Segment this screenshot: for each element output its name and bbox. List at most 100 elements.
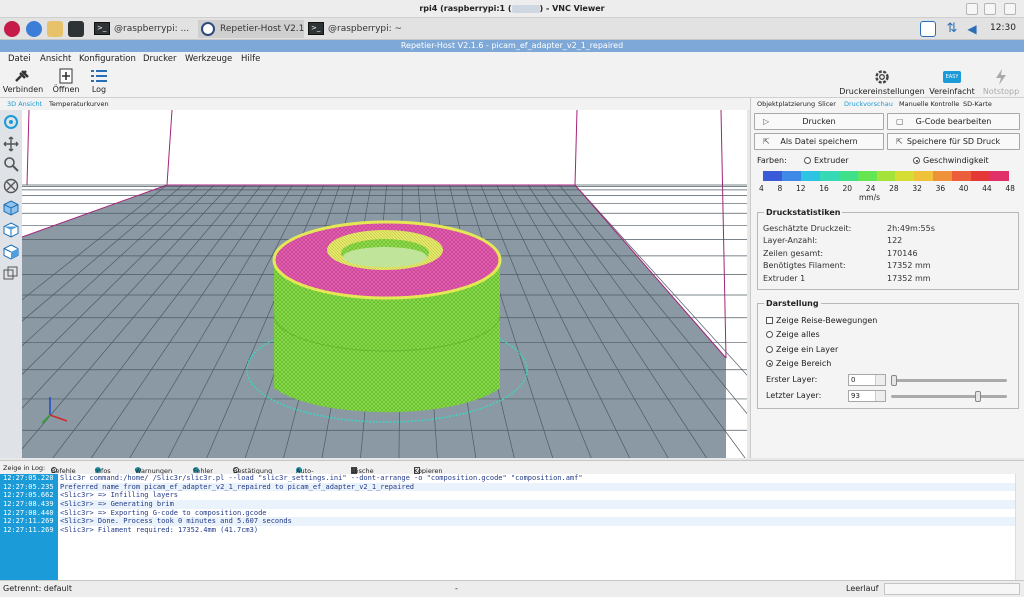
last-layer-slider[interactable] (891, 391, 1007, 402)
log-timestamp: 12:27:08.440 (3, 508, 54, 517)
tab-print-preview[interactable]: Druckvorschau (844, 100, 893, 108)
volume-icon[interactable]: ◀ (964, 21, 980, 37)
log-message: <Slic3r> => Infilling layers (60, 491, 179, 500)
taskbar-task-repetier[interactable]: Repetier-Host V2.1... (198, 20, 304, 38)
menu-ansicht[interactable]: Ansicht (40, 54, 71, 64)
menu-konfiguration[interactable]: Konfiguration (79, 54, 136, 64)
print-button[interactable]: ▷ Drucken (754, 113, 884, 130)
edit-gcode-button[interactable]: ▢ G-Code bearbeiten (887, 113, 1020, 130)
view-cube-front-icon[interactable] (3, 200, 19, 216)
checkbox-icon (766, 317, 773, 324)
statistic-value: 17352 mm (887, 261, 931, 271)
zoom-icon[interactable] (3, 156, 19, 172)
3d-viewport[interactable] (22, 110, 747, 458)
tab-manual-control[interactable]: Manuelle Kontrolle (899, 100, 959, 108)
printer-settings-label: Druckereinstellungen (839, 87, 925, 96)
save-sd-label: Speichere für SD Druck (906, 137, 1001, 146)
simplified-label: Vereinfacht (929, 87, 975, 96)
scale-tick-label: 48 (1005, 184, 1015, 193)
view-cube-side-icon[interactable] (3, 244, 19, 260)
log-output[interactable]: 12:27:05.220 12:27:05.235 12:27:05.662 12:2… (0, 474, 1024, 580)
tab-3d-view[interactable]: 3D Ansicht (7, 100, 42, 108)
maximize-button[interactable] (984, 3, 996, 15)
scale-tick-label: 4 (759, 184, 764, 193)
last-layer-label: Letzter Layer: (766, 391, 822, 400)
show-travel-label: Zeige Reise-Bewegungen (776, 316, 878, 325)
rotate-icon[interactable] (3, 114, 19, 130)
statistic-label: Zeilen gesamt: (763, 248, 824, 258)
first-layer-slider[interactable] (891, 375, 1007, 386)
fit-view-icon[interactable] (3, 178, 19, 194)
statistics-row: Extruder 1 17352 mm (763, 274, 931, 283)
view-tools (0, 110, 22, 458)
color-scale-segment (763, 171, 782, 181)
show-range-radio[interactable]: Zeige Bereich (766, 359, 831, 368)
save-sd-button[interactable]: ⇱ Speichere für SD Druck (887, 133, 1020, 150)
log-timestamp: 12:27:05.235 (3, 482, 54, 491)
move-icon[interactable] (3, 136, 19, 152)
minimize-button[interactable] (966, 3, 978, 15)
scale-tick-label: 8 (777, 184, 783, 193)
open-button[interactable]: Öffnen (50, 68, 82, 94)
connect-label: Verbinden (2, 85, 44, 94)
radio-selected-icon (766, 360, 773, 367)
gear-icon (875, 70, 889, 84)
last-layer-slider-handle[interactable] (974, 391, 981, 402)
view-cube-top-icon[interactable] (3, 222, 19, 238)
tab-temperature-curves[interactable]: Temperaturkurven (49, 100, 109, 108)
log-timestamps: 12:27:05.220 12:27:05.235 12:27:05.662 12:2… (0, 474, 58, 580)
menu-hilfe[interactable]: Hilfe (241, 54, 260, 64)
simplified-mode-button[interactable]: EASY Vereinfacht (928, 68, 976, 96)
log-message: <Slic3r> Done. Process took 0 minutes an… (60, 517, 1015, 527)
scale-tick-label: 44 (982, 184, 992, 193)
connect-button[interactable]: Verbinden (2, 68, 44, 94)
statistics-row: Benötigtes Filament: 17352 mm (763, 261, 931, 270)
color-mode-extruder[interactable]: Extruder (804, 156, 849, 165)
tab-object-placement[interactable]: Objektplatzierung (757, 100, 815, 108)
emergency-label: Notstopp (982, 87, 1020, 96)
tab-slicer[interactable]: Slicer (818, 100, 836, 108)
taskbar-task-terminal-1[interactable]: @raspberrypi: ... (92, 20, 196, 38)
menu-datei[interactable]: Datei (8, 54, 31, 64)
close-button[interactable] (1004, 3, 1016, 15)
log-timestamp: 12:27:11.269 (3, 517, 54, 526)
last-layer-spinner[interactable]: 93 (848, 390, 886, 402)
tab-sd-card[interactable]: SD-Karte (963, 100, 992, 108)
color-scale-segment (819, 171, 839, 181)
vnc-title-suffix: ) - VNC Viewer (539, 4, 605, 13)
taskbar-task-terminal-2[interactable]: @raspberrypi: ~ (306, 20, 416, 38)
color-mode-speed[interactable]: Geschwindigkeit (913, 156, 989, 165)
file-manager-icon[interactable] (47, 21, 63, 37)
scale-tick-label: 28 (889, 184, 899, 193)
browser-icon[interactable] (26, 21, 42, 37)
show-all-radio[interactable]: Zeige alles (766, 330, 820, 339)
color-scale-segment (933, 171, 953, 181)
show-travel-checkbox[interactable]: Zeige Reise-Bewegungen (766, 316, 877, 325)
first-layer-spinner[interactable]: 0 (848, 374, 886, 386)
statistic-label: Layer-Anzahl: (763, 236, 818, 246)
export-icon: ⇱ (896, 137, 903, 146)
log-message: Preferred name from picam_ef_adapter_v2_… (60, 482, 1015, 492)
statistic-value: 122 (887, 236, 903, 246)
log-scrollbar[interactable] (1015, 474, 1024, 580)
emergency-stop-button[interactable]: Notstopp (980, 68, 1022, 96)
menu-werkzeuge[interactable]: Werkzeuge (185, 54, 232, 64)
statistics-row: Geschätzte Druckzeit: 2h:49m:55s (763, 224, 935, 233)
speed-label: Geschwindigkeit (923, 156, 989, 165)
raspberry-menu-icon[interactable] (4, 21, 20, 37)
show-range-label: Zeige Bereich (776, 359, 832, 368)
terminal-icon[interactable] (68, 21, 84, 37)
network-icon[interactable]: ⇅ (944, 21, 960, 37)
status-field (884, 583, 1020, 595)
printer-settings-button[interactable]: Druckereinstellungen (838, 68, 926, 96)
save-file-button[interactable]: ⇱ Als Datei speichern (754, 133, 884, 150)
log-messages: Slic3r command:/home/ /Slic3r/slic3r.pl … (60, 474, 1015, 535)
log-button[interactable]: Log (86, 68, 112, 94)
clock: 12:30 (990, 23, 1016, 33)
menu-drucker[interactable]: Drucker (143, 54, 176, 64)
parallel-projection-icon[interactable] (3, 266, 19, 282)
first-layer-slider-handle[interactable] (891, 375, 897, 386)
scale-unit: mm/s (859, 193, 881, 202)
vnc-icon[interactable] (920, 21, 936, 37)
show-one-layer-radio[interactable]: Zeige ein Layer (766, 345, 838, 354)
